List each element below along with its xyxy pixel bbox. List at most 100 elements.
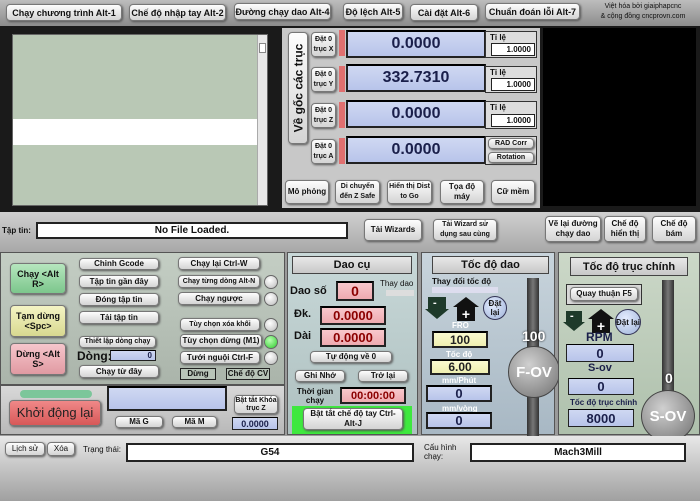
z-ref-indicator xyxy=(339,102,345,128)
regen-toolpath-button[interactable]: Vẽ lại đường chạy dao xyxy=(545,216,601,242)
mcode-button[interactable]: Mã M xyxy=(172,416,217,428)
dro-z[interactable]: 0.0000 xyxy=(346,100,486,128)
set-next-line-button[interactable]: Thiết lập dòng chạy xyxy=(79,336,156,348)
sov-field: 0 xyxy=(568,378,634,395)
block-delete-button[interactable]: Tùy chọn xóa khối xyxy=(180,318,260,331)
ref-all-label: Về gốc các trục xyxy=(291,43,305,133)
optional-stop-button[interactable]: Tùy chọn dừng (M1) xyxy=(180,334,262,348)
reverse-run-button[interactable]: Chạy ngược xyxy=(178,292,260,305)
follow-mode-button[interactable]: Chế độ bám xyxy=(652,216,696,242)
current-line-highlight xyxy=(13,119,258,145)
feed-hold-button[interactable]: Tạm dừng <Spc> xyxy=(10,305,66,337)
tool-change-label: Thay dao xyxy=(380,279,414,288)
tab-toolpath[interactable]: Đường chạy dao Alt-4 xyxy=(234,3,331,20)
scrollbar[interactable] xyxy=(257,35,267,205)
remember-button[interactable]: Ghi Nhớ xyxy=(295,370,345,382)
history-button[interactable]: Lịch sử xyxy=(5,442,45,456)
tab-diagnostics[interactable]: Chuẩn đoán lỗi Alt-7 xyxy=(485,3,580,20)
diameter-field[interactable]: 0.0000 xyxy=(320,306,386,325)
single-block-led xyxy=(264,275,278,289)
goto-z-safe-button[interactable]: Di chuyển đến Z Safe xyxy=(335,180,380,204)
arrow-down-icon xyxy=(566,311,582,322)
simulate-button[interactable]: Mô phỏng xyxy=(285,180,329,204)
reverse-run-led xyxy=(264,292,278,306)
display-mode-button[interactable]: Chế độ hiển thị xyxy=(604,216,646,242)
return-button[interactable]: Trở lại xyxy=(358,370,408,382)
rad-corr-button[interactable]: RAD Corr xyxy=(488,138,534,149)
fro-field[interactable]: 100 xyxy=(432,331,488,348)
z-inhibit-value[interactable]: 0.0000 xyxy=(232,417,278,430)
tab-settings[interactable]: Cài đặt Alt-6 xyxy=(410,4,478,21)
gcode-button[interactable]: Mã G xyxy=(115,416,163,428)
zero-y-button[interactable]: Đặt 0 trục Y xyxy=(311,67,336,92)
length-field[interactable]: 0.0000 xyxy=(320,328,386,347)
spindle-override-button[interactable]: S-OV xyxy=(641,390,695,442)
dro-x[interactable]: 0.0000 xyxy=(346,30,486,58)
spindle-minus-button[interactable]: - xyxy=(563,310,585,333)
load-file-button[interactable]: Tải tập tin xyxy=(79,311,159,324)
last-wizard-button[interactable]: Tải Wizard sử dụng sau cùng xyxy=(433,219,497,241)
jog-toggle-button[interactable]: Bật tắt chế độ tay Ctrl-Alt-J xyxy=(303,408,403,430)
feed-slider-value: 100 xyxy=(522,328,546,344)
spindle-speed-label: Tốc độ trục chính xyxy=(570,398,638,407)
scale-z-box: Tỉ lệ 1.0000 xyxy=(485,101,537,129)
fro-label: FRO xyxy=(452,321,469,330)
load-wizards-button[interactable]: Tải Wizards xyxy=(364,219,422,241)
scale-x-value[interactable]: 1.0000 xyxy=(491,43,535,56)
length-label: Dài xyxy=(294,330,312,342)
ref-all-button[interactable]: Về gốc các trục xyxy=(288,32,308,144)
x-ref-indicator xyxy=(339,30,345,56)
spindle-slider-value: 0 xyxy=(665,370,673,386)
dro-a[interactable]: 0.0000 xyxy=(346,136,486,164)
mm-min-label: mm/Phút xyxy=(442,376,477,385)
status-label: Trạng thái: xyxy=(83,445,121,454)
soft-limits-button[interactable]: Cữ mềm xyxy=(491,180,535,204)
scale-y-value[interactable]: 1.0000 xyxy=(491,78,535,91)
feed-plus-button[interactable]: + xyxy=(453,297,479,321)
cycle-start-button[interactable]: Chạy <Alt R> xyxy=(10,263,66,294)
feed-reset-button[interactable]: Đặt lại xyxy=(483,296,507,320)
zero-z-button[interactable]: Đặt 0 trục Z xyxy=(311,103,336,128)
rpm-label: RPM xyxy=(586,330,613,344)
auto-tool-zero-button[interactable]: Tự động về 0 xyxy=(310,351,392,363)
tab-program-run[interactable]: Chạy chương trình Alt-1 xyxy=(6,4,122,21)
rotation-button[interactable]: Rotation xyxy=(488,152,534,163)
scale-x-box: Tỉ lệ 1.0000 xyxy=(485,31,537,58)
run-from-here-button[interactable]: Chạy từ đây xyxy=(79,365,159,378)
zero-x-button[interactable]: Đặt 0 trục X xyxy=(311,32,336,57)
feed-minus-button[interactable]: - xyxy=(425,297,449,321)
dro-y[interactable]: 332.7310 xyxy=(346,64,486,92)
tool-number-field[interactable]: 0 xyxy=(336,281,374,301)
edit-gcode-button[interactable]: Chỉnh Gcode xyxy=(79,258,159,270)
flood-button[interactable]: Tưới nguội Ctrl-F xyxy=(180,351,260,364)
single-block-button[interactable]: Chạy từng dòng Alt-N xyxy=(178,275,260,288)
recent-file-button[interactable]: Tập tin gần đây xyxy=(79,275,159,288)
rpm-field: 0 xyxy=(566,344,634,362)
arrow-down-icon xyxy=(428,297,446,309)
spindle-reset-button[interactable]: Đặt lại xyxy=(615,309,641,335)
spindle-cw-button[interactable]: Quay thuận F5 xyxy=(570,287,638,301)
mm-rev-field: 0 xyxy=(426,412,492,429)
close-file-button[interactable]: Đóng tập tin xyxy=(79,293,159,306)
gcode-view[interactable] xyxy=(12,34,268,206)
dist-to-go-button[interactable]: Hiển thị Dist to Go xyxy=(387,180,432,204)
rewind-button[interactable]: Chạy lại Ctrl-W xyxy=(178,257,260,270)
mm-min-field: 0 xyxy=(426,385,492,402)
line-number-field[interactable]: 0 xyxy=(110,350,156,361)
reset-button[interactable]: Khởi động lại xyxy=(9,400,101,426)
cv-mode-indicator: Chế độ CV xyxy=(226,368,270,380)
spindle-speed-field[interactable]: 8000 xyxy=(568,409,634,427)
zero-a-button[interactable]: Đặt 0 trục A xyxy=(311,139,336,164)
tab-offsets[interactable]: Độ lệch Alt-5 xyxy=(343,3,403,20)
elapsed-time-label: Thời gian chạy xyxy=(296,387,334,405)
stop-button[interactable]: Dừng <Alt S> xyxy=(10,343,66,375)
tab-mdi[interactable]: Chế độ nhập tay Alt-2 xyxy=(129,4,226,21)
scale-z-value[interactable]: 1.0000 xyxy=(491,114,535,127)
feed-override-button[interactable]: F-OV xyxy=(508,346,560,398)
feed-rate-field[interactable]: 6.00 xyxy=(430,359,490,375)
feed-change-led xyxy=(432,287,498,293)
clear-button[interactable]: Xóa xyxy=(47,442,75,456)
z-inhibit-button[interactable]: Bật tắt Khóa trục Z xyxy=(234,395,278,414)
flood-led xyxy=(264,351,278,365)
machine-coords-button[interactable]: Tọa độ máy xyxy=(440,180,484,204)
